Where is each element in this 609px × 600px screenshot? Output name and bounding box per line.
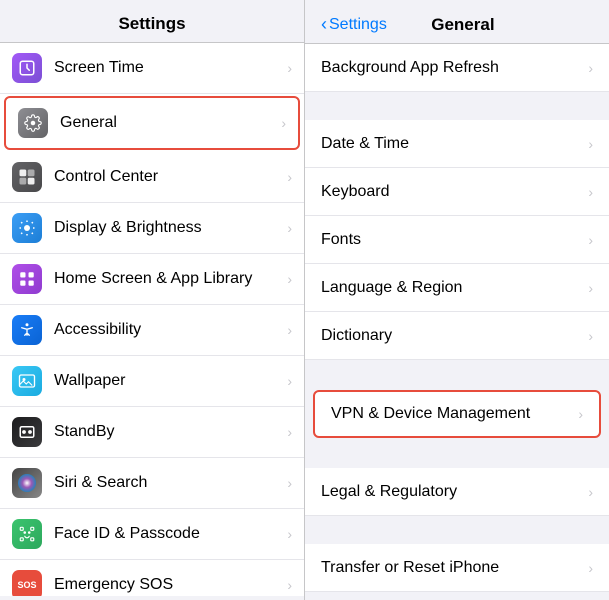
standby-label: StandBy	[54, 423, 287, 441]
display-brightness-label: Display & Brightness	[54, 219, 287, 237]
right-section-4: Transfer or Reset iPhone›	[305, 544, 609, 592]
fonts-chevron-icon: ›	[588, 232, 593, 248]
section-gap-0	[305, 92, 609, 120]
language-region-label: Language & Region	[321, 279, 588, 297]
settings-item-emergency-sos[interactable]: SOS Emergency SOS›	[0, 560, 304, 596]
vpn-device-chevron-icon: ›	[578, 406, 583, 422]
settings-item-accessibility[interactable]: Accessibility›	[0, 305, 304, 356]
wallpaper-label: Wallpaper	[54, 372, 287, 390]
left-header: Settings	[0, 0, 304, 43]
keyboard-chevron-icon: ›	[588, 184, 593, 200]
settings-item-display-brightness[interactable]: Display & Brightness›	[0, 203, 304, 254]
right-item-background-app-refresh[interactable]: Background App Refresh›	[305, 44, 609, 92]
right-item-keyboard[interactable]: Keyboard›	[305, 168, 609, 216]
legal-regulatory-chevron-icon: ›	[588, 484, 593, 500]
fonts-label: Fonts	[321, 231, 588, 249]
accessibility-icon	[12, 315, 42, 345]
screen-time-chevron-icon: ›	[287, 60, 292, 76]
legal-regulatory-label: Legal & Regulatory	[321, 483, 588, 501]
face-id-icon	[12, 519, 42, 549]
back-label: Settings	[329, 16, 387, 34]
section-gap-4	[305, 592, 609, 597]
right-item-dictionary[interactable]: Dictionary›	[305, 312, 609, 360]
standby-chevron-icon: ›	[287, 424, 292, 440]
display-brightness-icon	[12, 213, 42, 243]
back-chevron-icon: ‹	[321, 14, 327, 35]
face-id-chevron-icon: ›	[287, 526, 292, 542]
general-chevron-icon: ›	[281, 115, 286, 131]
background-app-refresh-label: Background App Refresh	[321, 59, 588, 77]
settings-list: Screen Time›General›Control Center›Displ…	[0, 43, 304, 596]
background-app-refresh-chevron-icon: ›	[588, 60, 593, 76]
right-section-0: Background App Refresh›	[305, 44, 609, 92]
home-screen-icon	[12, 264, 42, 294]
wallpaper-icon	[12, 366, 42, 396]
standby-icon	[12, 417, 42, 447]
right-item-vpn-device[interactable]: VPN & Device Management›	[313, 390, 601, 438]
control-center-chevron-icon: ›	[287, 169, 292, 185]
keyboard-label: Keyboard	[321, 183, 588, 201]
settings-item-screen-time[interactable]: Screen Time›	[0, 43, 304, 94]
settings-item-home-screen[interactable]: Home Screen & App Library›	[0, 254, 304, 305]
section-gap-1	[305, 360, 609, 388]
right-item-language-region[interactable]: Language & Region›	[305, 264, 609, 312]
right-item-fonts[interactable]: Fonts›	[305, 216, 609, 264]
right-section-1: Date & Time›Keyboard›Fonts›Language & Re…	[305, 120, 609, 360]
control-center-icon	[12, 162, 42, 192]
right-section-3: Legal & Regulatory›	[305, 468, 609, 516]
emergency-sos-icon: SOS	[12, 570, 42, 596]
right-item-transfer-reset[interactable]: Transfer or Reset iPhone›	[305, 544, 609, 592]
back-button[interactable]: ‹ Settings	[321, 14, 387, 35]
general-icon	[18, 108, 48, 138]
face-id-label: Face ID & Passcode	[54, 525, 287, 543]
settings-item-general[interactable]: General›	[4, 96, 300, 150]
home-screen-label: Home Screen & App Library	[54, 270, 287, 288]
right-header: ‹ Settings General	[305, 0, 609, 44]
accessibility-chevron-icon: ›	[287, 322, 292, 338]
right-item-date-time[interactable]: Date & Time›	[305, 120, 609, 168]
home-screen-chevron-icon: ›	[287, 271, 292, 287]
general-label: General	[60, 114, 281, 132]
display-brightness-chevron-icon: ›	[287, 220, 292, 236]
emergency-sos-label: Emergency SOS	[54, 576, 287, 594]
screen-time-icon	[12, 53, 42, 83]
vpn-device-label: VPN & Device Management	[331, 405, 578, 423]
transfer-reset-label: Transfer or Reset iPhone	[321, 559, 588, 577]
section-gap-3	[305, 516, 609, 544]
accessibility-label: Accessibility	[54, 321, 287, 339]
date-time-label: Date & Time	[321, 135, 588, 153]
settings-item-standby[interactable]: StandBy›	[0, 407, 304, 458]
left-title: Settings	[16, 14, 288, 34]
right-title: General	[393, 15, 533, 35]
section-gap-2	[305, 440, 609, 468]
left-panel: Settings Screen Time›General›Control Cen…	[0, 0, 305, 600]
right-section-2: VPN & Device Management›	[305, 390, 609, 438]
date-time-chevron-icon: ›	[588, 136, 593, 152]
siri-search-icon	[12, 468, 42, 498]
right-panel: ‹ Settings General Background App Refres…	[305, 0, 609, 600]
language-region-chevron-icon: ›	[588, 280, 593, 296]
right-list: Background App Refresh›Date & Time›Keybo…	[305, 44, 609, 597]
dictionary-label: Dictionary	[321, 327, 588, 345]
settings-item-face-id[interactable]: Face ID & Passcode›	[0, 509, 304, 560]
screen-time-label: Screen Time	[54, 59, 287, 77]
siri-search-label: Siri & Search	[54, 474, 287, 492]
right-item-legal-regulatory[interactable]: Legal & Regulatory›	[305, 468, 609, 516]
settings-item-siri-search[interactable]: Siri & Search›	[0, 458, 304, 509]
control-center-label: Control Center	[54, 168, 287, 186]
emergency-sos-chevron-icon: ›	[287, 577, 292, 593]
wallpaper-chevron-icon: ›	[287, 373, 292, 389]
settings-item-wallpaper[interactable]: Wallpaper›	[0, 356, 304, 407]
dictionary-chevron-icon: ›	[588, 328, 593, 344]
siri-search-chevron-icon: ›	[287, 475, 292, 491]
settings-item-control-center[interactable]: Control Center›	[0, 152, 304, 203]
transfer-reset-chevron-icon: ›	[588, 560, 593, 576]
